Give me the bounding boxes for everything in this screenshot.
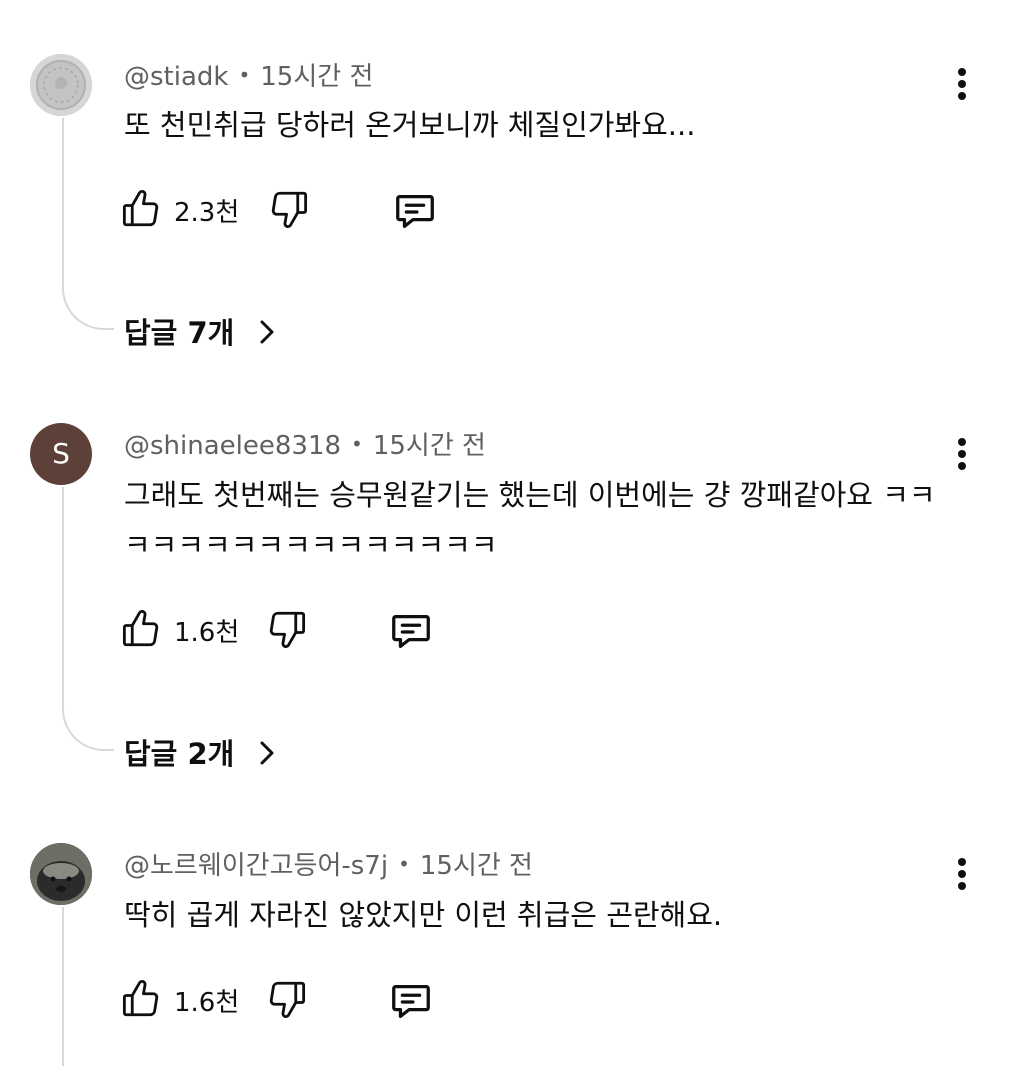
thumbs-down-icon[interactable]	[266, 608, 308, 650]
avatar[interactable]	[30, 54, 92, 116]
animal-avatar-icon	[30, 843, 92, 905]
view-replies-button[interactable]: 답글 7개	[124, 310, 276, 352]
comment-text: 또 천민취급 당하러 온거보니까 체질인가봐요...	[124, 108, 696, 142]
thumbs-up-icon[interactable]	[120, 188, 162, 230]
comment-meta: @shinaelee8318 • 15시간 전	[124, 425, 486, 462]
reply-comment-icon[interactable]	[388, 978, 434, 1024]
thread-connector	[62, 709, 114, 751]
chevron-right-icon	[260, 320, 274, 344]
comment-meta: @노르웨이간고등어-s7j • 15시간 전	[124, 845, 533, 882]
author-handle[interactable]: @노르웨이간고등어-s7j	[124, 851, 388, 881]
thread-line	[62, 118, 64, 288]
separator-dot: •	[238, 63, 251, 87]
avatar-letter: S	[52, 437, 70, 470]
separator-dot: •	[351, 432, 363, 456]
thumbs-up-icon[interactable]	[120, 608, 162, 650]
view-replies-button[interactable]: 답글 2개	[124, 731, 276, 773]
comment-text: 딱히 곱게 자라진 않았지만 이런 취급은 곤란해요.	[124, 898, 723, 932]
like-count: 1.6천	[174, 988, 240, 1018]
reply-comment-icon[interactable]	[388, 608, 434, 654]
thumbs-down-icon[interactable]	[266, 978, 308, 1020]
reply-comment-icon[interactable]	[392, 188, 438, 234]
thread-line	[62, 907, 64, 1066]
author-handle[interactable]: @stiadk	[124, 62, 228, 92]
coin-avatar-icon	[30, 54, 92, 116]
replies-label: 답글 2개	[124, 737, 235, 771]
comment-time: 15시간 전	[260, 62, 374, 92]
chevron-right-icon	[260, 741, 274, 765]
separator-dot: •	[398, 852, 410, 876]
comment-text: 그래도 첫번째는 승무원같기는 했는데 이번에는 걍 깡패같아요 ㅋㅋㅋㅋㅋㅋㅋ…	[124, 478, 936, 562]
more-vertical-icon[interactable]	[950, 64, 974, 104]
avatar[interactable]	[30, 843, 92, 905]
thread-line	[62, 487, 64, 709]
comment-time: 15시간 전	[419, 851, 533, 881]
more-vertical-icon[interactable]	[950, 854, 974, 894]
comment-meta: @stiadk • 15시간 전	[124, 56, 373, 93]
thread-connector	[62, 288, 114, 330]
replies-label: 답글 7개	[124, 316, 235, 350]
thumbs-up-icon[interactable]	[120, 978, 162, 1020]
thumbs-down-icon[interactable]	[268, 188, 310, 230]
comment-time: 15시간 전	[372, 431, 486, 461]
like-count: 1.6천	[174, 618, 240, 648]
author-handle[interactable]: @shinaelee8318	[124, 431, 341, 461]
like-count: 2.3천	[174, 198, 240, 228]
more-vertical-icon[interactable]	[950, 434, 974, 474]
avatar[interactable]: S	[30, 423, 92, 485]
